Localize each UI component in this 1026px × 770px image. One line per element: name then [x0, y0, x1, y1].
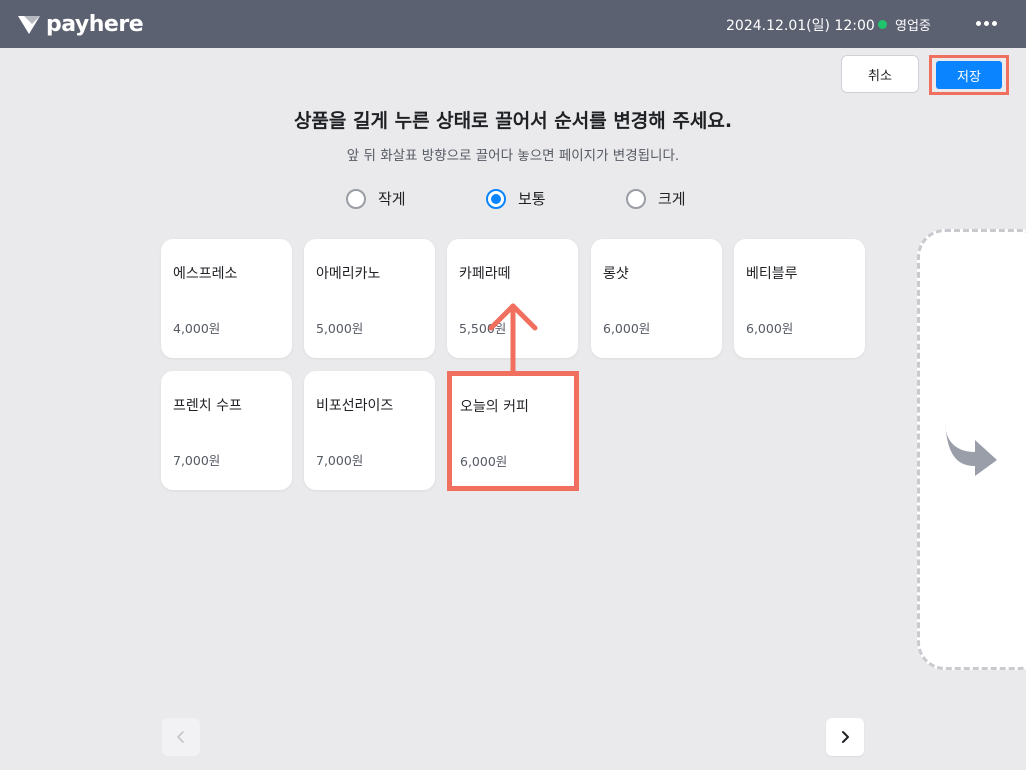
size-option-label: 보통: [518, 190, 546, 208]
product-name: 카페라떼: [459, 266, 511, 282]
product-name: 롱샷: [603, 266, 629, 282]
radio-small[interactable]: [346, 188, 366, 209]
status-dot-icon: [878, 20, 887, 29]
product-card[interactable]: 아메리카노 5,000원: [304, 239, 435, 358]
size-option-large[interactable]: 크게: [626, 188, 686, 209]
product-name: 비포선라이즈: [316, 398, 394, 414]
status-label: 영업중: [895, 19, 931, 34]
drag-arrow-icon: [488, 303, 538, 375]
save-button[interactable]: 저장: [936, 61, 1002, 89]
dragged-product-card[interactable]: 오늘의 커피 6,000원: [447, 371, 579, 491]
product-price: 6,000원: [460, 454, 508, 469]
datetime: 2024.12.01(일) 12:00: [726, 18, 875, 34]
product-card[interactable]: 롱샷 6,000원: [591, 239, 722, 358]
product-price: 7,000원: [173, 453, 221, 468]
page-title: 상품을 길게 누른 상태로 끌어서 순서를 변경해 주세요.: [293, 110, 733, 132]
size-option-medium[interactable]: 보통: [486, 188, 546, 209]
size-option-label: 크게: [658, 190, 686, 208]
cancel-button[interactable]: 취소: [841, 55, 919, 93]
chevron-left-icon: [177, 731, 184, 743]
product-name: 프렌치 수프: [173, 398, 242, 414]
product-name: 베티블루: [746, 266, 798, 282]
radio-large[interactable]: [626, 188, 646, 209]
product-name: 아메리카노: [316, 266, 381, 282]
store-status: 영업중: [878, 15, 931, 34]
next-page-arrow-icon: [945, 422, 997, 476]
product-card[interactable]: 비포선라이즈 7,000원: [304, 371, 435, 490]
top-bar: payhere 2024.12.01(일) 12:00 영업중: [0, 0, 1026, 48]
page-subtitle: 앞 뒤 화살표 방향으로 끌어다 놓으면 페이지가 변경됩니다.: [346, 148, 680, 164]
payhere-logo-icon: [18, 15, 40, 34]
chevron-right-icon: [842, 731, 849, 743]
product-price: 4,000원: [173, 321, 221, 336]
product-price: 6,000원: [746, 321, 794, 336]
product-card[interactable]: 베티블루 6,000원: [734, 239, 865, 358]
product-name: 에스프레소: [173, 266, 238, 282]
product-price: 5,000원: [316, 321, 364, 336]
radio-medium[interactable]: [486, 188, 506, 209]
next-page-button[interactable]: [826, 718, 864, 756]
logo: payhere: [18, 12, 144, 37]
size-option-label: 작게: [378, 190, 406, 208]
product-price: 7,000원: [316, 453, 364, 468]
size-option-small[interactable]: 작게: [346, 188, 406, 209]
more-menu-icon[interactable]: [972, 10, 1000, 36]
product-name: 오늘의 커피: [460, 399, 529, 415]
prev-page-button[interactable]: [162, 718, 200, 756]
product-price: 6,000원: [603, 321, 651, 336]
product-card[interactable]: 에스프레소 4,000원: [161, 239, 292, 358]
logo-text: payhere: [46, 12, 144, 37]
product-card[interactable]: 프렌치 수프 7,000원: [161, 371, 292, 490]
